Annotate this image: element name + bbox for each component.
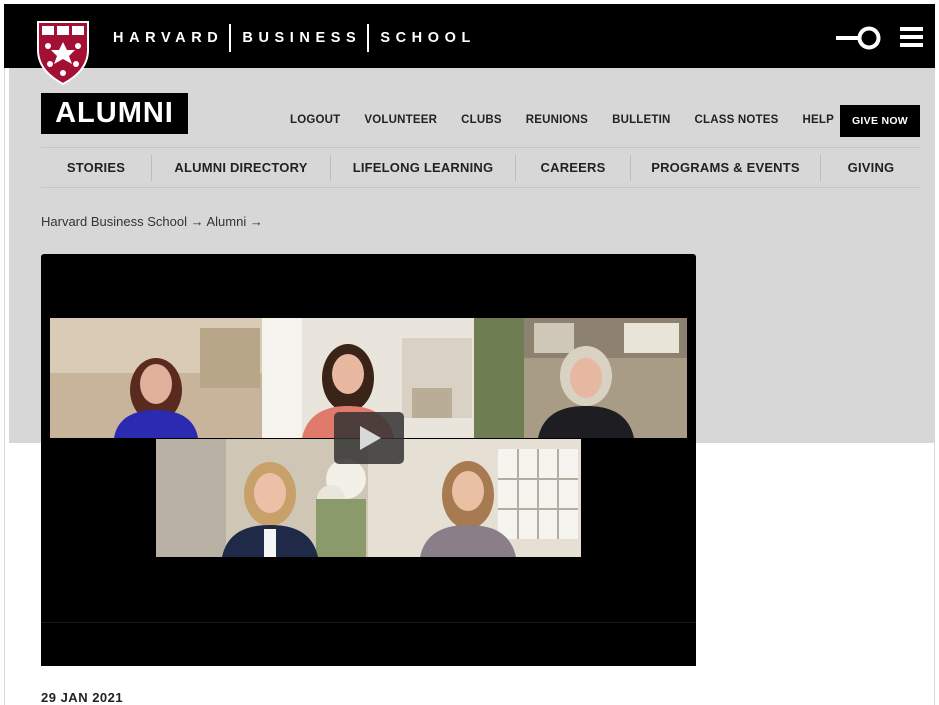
utility-volunteer[interactable]: VOLUNTEER (364, 114, 437, 126)
wordmark-school: SCHOOL (380, 30, 476, 46)
article-date: 29 JAN 2021 (41, 690, 124, 705)
hbs-wordmark[interactable]: HARVARD BUSINESS SCHOOL (113, 23, 476, 53)
give-now-button[interactable]: GIVE NOW (840, 105, 920, 137)
video-player[interactable] (41, 254, 696, 622)
utility-clubs[interactable]: CLUBS (461, 114, 502, 126)
video-tile-participant-1 (50, 318, 262, 438)
menu-bar (900, 35, 923, 39)
nav-alumni-directory[interactable]: ALUMNI DIRECTORY (152, 160, 330, 175)
utility-class-notes[interactable]: CLASS NOTES (695, 114, 779, 126)
nav-lifelong-learning[interactable]: LIFELONG LEARNING (331, 160, 515, 175)
video-controls-bar[interactable] (41, 622, 696, 666)
main-nav: STORIES ALUMNI DIRECTORY LIFELONG LEARNI… (41, 147, 921, 188)
nav-stories[interactable]: STORIES (41, 160, 151, 175)
search-toggle-icon[interactable] (836, 25, 882, 51)
utility-bulletin[interactable]: BULLETIN (612, 114, 670, 126)
wordmark-business: BUSINESS (242, 30, 362, 46)
play-button[interactable] (334, 412, 404, 464)
wordmark-separator (367, 24, 370, 52)
alumni-section-badge[interactable]: ALUMNI (41, 93, 188, 134)
hamburger-menu-icon[interactable] (900, 27, 923, 47)
nav-programs-events[interactable]: PROGRAMS & EVENTS (631, 160, 820, 175)
hbs-shield-icon[interactable] (36, 20, 90, 86)
utility-nav: LOGOUT VOLUNTEER CLUBS REUNIONS BULLETIN… (290, 106, 858, 134)
breadcrumb[interactable]: Harvard Business School → Alumni → (41, 214, 263, 229)
menu-bar (900, 43, 923, 47)
play-icon (360, 426, 381, 450)
utility-logout[interactable]: LOGOUT (290, 114, 340, 126)
wordmark-harvard: HARVARD (113, 30, 224, 46)
utility-help[interactable]: HELP (803, 114, 834, 126)
utility-reunions[interactable]: REUNIONS (526, 114, 588, 126)
nav-careers[interactable]: CAREERS (516, 160, 630, 175)
wordmark-separator (229, 24, 232, 52)
video-tile-participant-3 (474, 318, 687, 438)
menu-bar (900, 27, 923, 31)
nav-giving[interactable]: GIVING (821, 160, 921, 175)
